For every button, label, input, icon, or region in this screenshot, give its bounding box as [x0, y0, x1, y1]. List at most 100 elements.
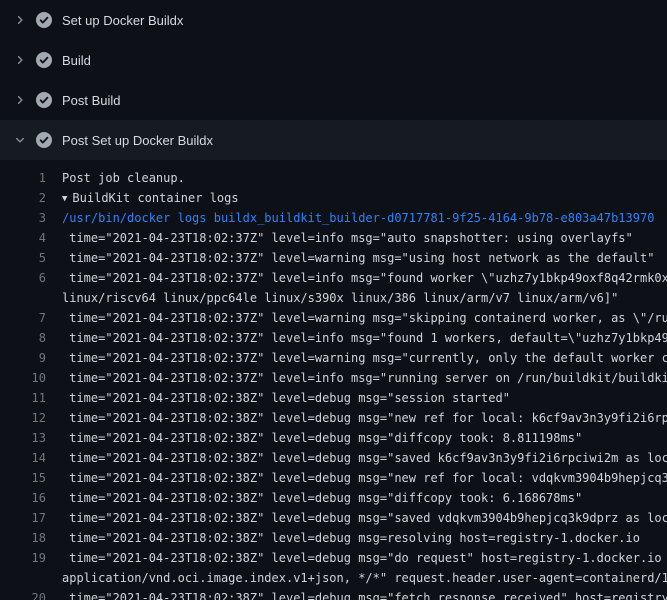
step-header[interactable]: Post Build	[0, 80, 667, 120]
line-number[interactable]: 17	[0, 508, 46, 528]
log-text: time="2021-04-23T18:02:37Z" level=warnin…	[62, 351, 667, 365]
log-text: time="2021-04-23T18:02:37Z" level=info m…	[62, 331, 667, 345]
log-line-text: time="2021-04-23T18:02:37Z" level=warnin…	[62, 248, 667, 268]
log-line-text: Post job cleanup.	[62, 168, 667, 188]
log-text: time="2021-04-23T18:02:38Z" level=debug …	[62, 391, 510, 405]
log-text: time="2021-04-23T18:02:38Z" level=debug …	[62, 471, 667, 485]
step-label: Post Build	[62, 93, 121, 108]
step-label: Post Set up Docker Buildx	[62, 133, 213, 148]
log-line: 3 /usr/bin/docker logs buildx_buildkit_b…	[0, 208, 667, 228]
log-text: BuildKit container logs	[72, 191, 238, 205]
log-text: time="2021-04-23T18:02:38Z" level=debug …	[62, 551, 667, 565]
check-circle-icon	[36, 132, 52, 148]
check-circle-icon	[36, 12, 52, 28]
step-label: Set up Docker Buildx	[62, 13, 183, 28]
log-line-text: time="2021-04-23T18:02:38Z" level=debug …	[62, 508, 667, 528]
log-line: 2 BuildKit container logs	[0, 188, 667, 208]
chevron-icon	[12, 132, 28, 148]
log-line-text: time="2021-04-23T18:02:38Z" level=debug …	[62, 428, 667, 448]
log-line: 15 time="2021-04-23T18:02:38Z" level=deb…	[0, 468, 667, 488]
line-number[interactable]: 15	[0, 468, 46, 488]
step-header[interactable]: Post Set up Docker Buildx	[0, 120, 667, 160]
line-number[interactable]: 13	[0, 428, 46, 448]
log-line-text: linux/riscv64 linux/ppc64le linux/s390x …	[62, 288, 667, 308]
log-line: 14 time="2021-04-23T18:02:38Z" level=deb…	[0, 448, 667, 468]
log-line-text: time="2021-04-23T18:02:38Z" level=debug …	[62, 448, 667, 468]
log-line-text: time="2021-04-23T18:02:37Z" level=info m…	[62, 228, 667, 248]
log-line: 4 time="2021-04-23T18:02:37Z" level=info…	[0, 228, 667, 248]
line-number[interactable]: 3	[0, 208, 46, 228]
log-text: /usr/bin/docker logs buildx_buildkit_bui…	[62, 211, 654, 225]
line-number[interactable]: 16	[0, 488, 46, 508]
line-number[interactable]: 2	[0, 188, 46, 208]
log-text: time="2021-04-23T18:02:38Z" level=debug …	[62, 491, 582, 505]
step-label: Build	[62, 53, 91, 68]
log-line-text: time="2021-04-23T18:02:38Z" level=debug …	[62, 588, 667, 600]
log-text: time="2021-04-23T18:02:38Z" level=debug …	[62, 511, 667, 525]
log-text: time="2021-04-23T18:02:38Z" level=debug …	[62, 591, 667, 600]
log-line: 10 time="2021-04-23T18:02:37Z" level=inf…	[0, 368, 667, 388]
log-text: time="2021-04-23T18:02:37Z" level=info m…	[62, 231, 633, 245]
log-line: 8 time="2021-04-23T18:02:37Z" level=info…	[0, 328, 667, 348]
check-circle-icon	[36, 92, 52, 108]
line-number[interactable]	[0, 568, 46, 588]
line-number[interactable]	[0, 288, 46, 308]
line-number[interactable]: 20	[0, 588, 46, 600]
line-number[interactable]: 12	[0, 408, 46, 428]
log-line-text: time="2021-04-23T18:02:38Z" level=debug …	[62, 388, 667, 408]
chevron-icon	[12, 12, 28, 28]
line-number[interactable]: 6	[0, 268, 46, 288]
line-number[interactable]: 4	[0, 228, 46, 248]
log-line: 20 time="2021-04-23T18:02:38Z" level=deb…	[0, 588, 667, 600]
log-line-text: time="2021-04-23T18:02:37Z" level=info m…	[62, 268, 667, 288]
line-number[interactable]: 14	[0, 448, 46, 468]
log-line-text: time="2021-04-23T18:02:38Z" level=debug …	[62, 528, 667, 548]
step-header[interactable]: Set up Docker Buildx	[0, 0, 667, 40]
log-line-text: application/vnd.oci.image.index.v1+json,…	[62, 568, 667, 588]
log-line: 17 time="2021-04-23T18:02:38Z" level=deb…	[0, 508, 667, 528]
log-text: time="2021-04-23T18:02:37Z" level=info m…	[62, 271, 667, 285]
log-text: time="2021-04-23T18:02:38Z" level=debug …	[62, 531, 640, 545]
log-line: linux/riscv64 linux/ppc64le linux/s390x …	[0, 288, 667, 308]
log-line-text: time="2021-04-23T18:02:38Z" level=debug …	[62, 408, 667, 428]
chevron-icon	[12, 52, 28, 68]
line-number[interactable]: 18	[0, 528, 46, 548]
log-line-text: time="2021-04-23T18:02:37Z" level=warnin…	[62, 348, 667, 368]
log-line-text: /usr/bin/docker logs buildx_buildkit_bui…	[62, 208, 667, 228]
log-line: 18 time="2021-04-23T18:02:38Z" level=deb…	[0, 528, 667, 548]
log-text: time="2021-04-23T18:02:37Z" level=warnin…	[62, 251, 654, 265]
group-toggle-icon[interactable]	[62, 189, 67, 208]
check-circle-icon	[36, 52, 52, 68]
log-line-text: BuildKit container logs	[62, 188, 667, 208]
log-line-text: time="2021-04-23T18:02:37Z" level=warnin…	[62, 308, 667, 328]
line-number[interactable]: 9	[0, 348, 46, 368]
log-line-text: time="2021-04-23T18:02:38Z" level=debug …	[62, 468, 667, 488]
log-line-text: time="2021-04-23T18:02:38Z" level=debug …	[62, 548, 667, 568]
step-header[interactable]: Build	[0, 40, 667, 80]
line-number[interactable]: 8	[0, 328, 46, 348]
log-line-text: time="2021-04-23T18:02:37Z" level=info m…	[62, 368, 667, 388]
log-line: 7 time="2021-04-23T18:02:37Z" level=warn…	[0, 308, 667, 328]
log-text: time="2021-04-23T18:02:37Z" level=info m…	[62, 371, 667, 385]
log-lines: 1 Post job cleanup. 2 BuildKit container…	[0, 160, 667, 600]
chevron-icon	[12, 92, 28, 108]
log-line: 19 time="2021-04-23T18:02:38Z" level=deb…	[0, 548, 667, 568]
log-text: application/vnd.oci.image.index.v1+json,…	[62, 571, 667, 585]
log-text: Post job cleanup.	[62, 171, 185, 185]
line-number[interactable]: 11	[0, 388, 46, 408]
log-line: 13 time="2021-04-23T18:02:38Z" level=deb…	[0, 428, 667, 448]
line-number[interactable]: 5	[0, 248, 46, 268]
line-number[interactable]: 7	[0, 308, 46, 328]
line-number[interactable]: 19	[0, 548, 46, 568]
line-number[interactable]: 1	[0, 168, 46, 188]
log-line: 9 time="2021-04-23T18:02:37Z" level=warn…	[0, 348, 667, 368]
log-text: time="2021-04-23T18:02:38Z" level=debug …	[62, 411, 667, 425]
log-line: 11 time="2021-04-23T18:02:38Z" level=deb…	[0, 388, 667, 408]
actions-log-viewer: Set up Docker Buildx Build	[0, 0, 667, 600]
log-line: 12 time="2021-04-23T18:02:38Z" level=deb…	[0, 408, 667, 428]
step-list: Set up Docker Buildx Build	[0, 0, 667, 160]
log-line: 1 Post job cleanup.	[0, 168, 667, 188]
log-line: 16 time="2021-04-23T18:02:38Z" level=deb…	[0, 488, 667, 508]
log-line: 6 time="2021-04-23T18:02:37Z" level=info…	[0, 268, 667, 288]
line-number[interactable]: 10	[0, 368, 46, 388]
